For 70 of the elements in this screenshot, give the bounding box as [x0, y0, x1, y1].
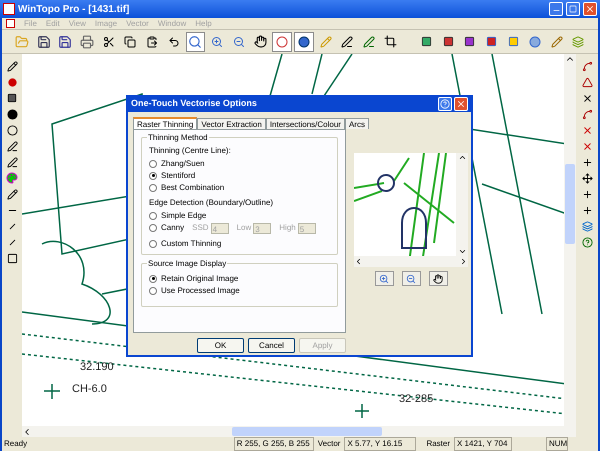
vector-label: Vector [316, 438, 342, 450]
palette-icon[interactable] [4, 170, 20, 186]
radio-button[interactable] [149, 274, 157, 282]
pan-button[interactable] [428, 271, 448, 286]
radio-button[interactable] [149, 184, 157, 192]
preview-scrollbar[interactable] [456, 153, 468, 256]
status-message: Ready [3, 438, 28, 450]
dialog-title: One-Touch Vectorise Options [131, 96, 258, 110]
radio-label: Simple Edge [161, 210, 206, 222]
radio-label: Retain Original Image [161, 272, 238, 284]
zoom-out-button[interactable] [402, 271, 420, 286]
scroll-down-icon[interactable] [458, 247, 466, 256]
group-title: Thinning Method [147, 132, 209, 144]
maximize-icon [569, 5, 577, 13]
scroll-thumb[interactable] [232, 427, 382, 436]
field-label: Low [236, 222, 252, 234]
minimize-button[interactable] [549, 2, 563, 16]
close-icon [456, 98, 466, 108]
close-icon [585, 4, 595, 14]
map-label: 32.190 [80, 360, 114, 375]
search-icon[interactable] [186, 32, 206, 52]
field-label: High [279, 222, 296, 234]
zoom-in-icon [379, 274, 389, 284]
radio-button[interactable] [149, 240, 157, 248]
radio-button[interactable] [149, 286, 157, 294]
document-icon [6, 19, 15, 28]
tab[interactable]: Arcs [344, 118, 369, 129]
scroll-left-icon[interactable] [354, 257, 363, 266]
tab[interactable]: Intersections/Colour [266, 118, 345, 129]
scroll-up-icon[interactable] [458, 153, 466, 162]
hand-icon [433, 274, 443, 284]
radio-button[interactable] [149, 160, 157, 168]
radio-label: Zhang/Suen [161, 158, 205, 170]
close-button[interactable] [454, 96, 468, 110]
section-label: Thinning (Centre Line): [149, 145, 232, 157]
close-button[interactable] [583, 2, 597, 16]
help-button[interactable] [438, 96, 452, 110]
radio-button[interactable] [149, 224, 157, 232]
zoom-in-button[interactable] [374, 271, 394, 286]
dialog-button[interactable]: Cancel [248, 338, 295, 353]
rgb-readout: R 255, G 255, B 255 [234, 437, 314, 451]
scroll-thumb[interactable] [565, 164, 575, 244]
radio-button[interactable] [149, 212, 157, 220]
radio-label: Custom Thinning [161, 238, 222, 250]
radio-label: Use Processed Image [161, 284, 240, 296]
tab[interactable]: Raster Thinning [133, 117, 198, 129]
scroll-right-icon[interactable] [459, 257, 468, 266]
help-icon [440, 98, 450, 108]
tab[interactable]: Vector Extraction [197, 118, 266, 129]
radio-label: Best Combination [161, 182, 224, 194]
vector-coordinates: X 5.77, Y 16.15 [344, 437, 416, 451]
horizontal-scrollbar[interactable] [22, 426, 576, 437]
app-icon [3, 3, 15, 15]
preview-scrollbar[interactable] [354, 256, 468, 267]
radio-button[interactable] [149, 172, 157, 180]
raster-label: Raster [425, 438, 451, 450]
dialog-button[interactable]: OK [197, 338, 244, 353]
group-title: Source Image Display [147, 258, 228, 270]
field-label: SSD [192, 222, 209, 234]
num-lock-indicator: NUM [546, 437, 568, 451]
map-label: CH-6.0 [72, 382, 107, 397]
maximize-button[interactable] [566, 2, 580, 16]
vertical-scrollbar[interactable] [564, 54, 576, 426]
map-label: 32-285 [399, 392, 434, 407]
radio-label: Canny [161, 222, 184, 234]
radio-label: Stentiford [161, 170, 196, 182]
window-title: WinTopo Pro - [1431.tif] [18, 2, 130, 16]
section-label: Edge Detection (Boundary/Outline) [149, 197, 274, 209]
raster-coordinates: X 1421, Y 704 [454, 437, 512, 451]
zoom-out-icon [406, 274, 416, 284]
